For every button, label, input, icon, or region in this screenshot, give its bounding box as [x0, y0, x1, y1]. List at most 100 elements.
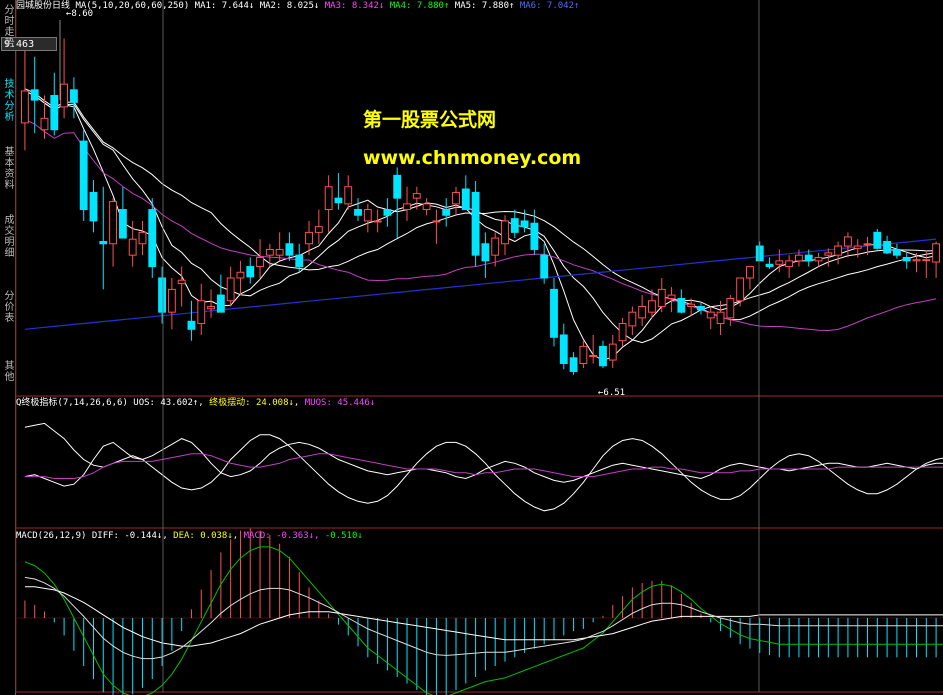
candle-body [158, 277, 166, 313]
candle-body [236, 271, 245, 279]
candle-body [755, 245, 764, 262]
candle-body [736, 277, 745, 302]
candle-body [197, 300, 206, 325]
candle-body [20, 90, 29, 124]
candle-body [589, 355, 598, 358]
candle-body [226, 277, 235, 302]
candlesticks [20, 38, 941, 375]
candle-body [648, 300, 656, 313]
high-price-label: ←8.60 [66, 9, 94, 19]
dea-value: DEA: 0.038↓, [173, 531, 239, 541]
uos-value: UOS: 43.602↑, [133, 398, 204, 408]
candle-body [638, 305, 647, 319]
watermark-url: www.chnmoney.com [363, 147, 582, 169]
zjbd-value: 终极摆动: 24.008↓, [209, 398, 300, 408]
candle-body [550, 288, 558, 338]
candle-body [285, 243, 294, 256]
candle-body [373, 220, 382, 223]
candle-body [765, 263, 774, 268]
macd-extra-value: -0.510↓ [324, 531, 363, 541]
candle-body [30, 89, 39, 101]
candle-body [363, 209, 372, 222]
candle-body [452, 191, 460, 205]
main-legend: 园城股份日线 MA(5,10,20,60,60,250) MA1: 7.644↓… [16, 1, 579, 11]
candle-body [599, 345, 607, 367]
candle-body [148, 209, 157, 268]
candle-body [912, 259, 921, 262]
candle-body [79, 140, 88, 211]
candle-body [716, 311, 725, 325]
side-tab-5[interactable]: 其他 [1, 360, 13, 382]
candle-body [128, 238, 137, 256]
muos-value: MUOS: 45.446↓ [304, 398, 376, 408]
ma6-value: MA6: 7.042↑ [519, 1, 580, 11]
candle-body [295, 254, 304, 268]
candle-body [118, 209, 127, 239]
candle-body [824, 252, 833, 256]
side-tab-0[interactable]: 分时走势 [1, 4, 13, 48]
macd-legend: MACD(26,12,9) DIFF: -0.144↓, DEA: 0.038↓… [16, 531, 363, 541]
candle-body [314, 226, 323, 233]
candle-body [89, 191, 98, 222]
macd-value: MACD: -0.363↓, [243, 531, 320, 541]
candle-body [177, 279, 186, 285]
candle-body [442, 209, 451, 216]
candle-body [540, 254, 549, 279]
candle-body [657, 288, 666, 307]
side-tab-4[interactable]: 分价表 [1, 290, 13, 323]
candle-body [873, 231, 882, 249]
candle-body [892, 248, 901, 256]
candle-body [530, 222, 539, 250]
candle-body [305, 231, 313, 245]
candle-body [677, 297, 686, 313]
candle-body [559, 334, 568, 364]
candle-body [804, 254, 813, 262]
candle-body [814, 256, 823, 262]
candle-body [510, 218, 519, 233]
crosshair [59, 0, 760, 692]
candle-body [608, 343, 617, 361]
candle-body [246, 266, 255, 278]
candle-body [324, 186, 333, 211]
candle-body [843, 236, 852, 247]
candle-body [520, 220, 529, 228]
macd-name: MACD(26,12,9) [16, 531, 87, 541]
candle-body [334, 197, 343, 204]
candle-body [922, 259, 931, 262]
candle-body [687, 303, 696, 307]
ma3-value: MA3: 8.342↓ [324, 1, 385, 11]
side-tab-3[interactable]: 成交明细 [1, 214, 13, 258]
candle-body [383, 209, 392, 216]
candle-body [99, 240, 108, 245]
candle-body [501, 220, 509, 245]
ma2-value: MA2: 8.025↓ [259, 1, 320, 11]
candle-body [60, 83, 69, 108]
candle-body [902, 256, 911, 262]
candle-body [275, 248, 284, 256]
candle-body [50, 95, 59, 131]
ma5-value: MA5: 7.880↑ [454, 1, 515, 11]
candle-body [932, 243, 941, 263]
candle-body [628, 311, 637, 327]
candle-body [618, 323, 627, 342]
candle-body [706, 311, 715, 319]
candle-body [167, 288, 176, 313]
candle-body [726, 297, 735, 319]
candle-body [138, 231, 147, 245]
candle-body [207, 305, 215, 310]
low-price-label: ←6.51 [598, 388, 626, 398]
candle-body [187, 320, 196, 330]
candle-body [471, 191, 480, 256]
candle-body [883, 240, 892, 254]
candle-body [863, 243, 872, 246]
candle-body [403, 203, 411, 211]
candle-body [40, 117, 49, 131]
candle-body [569, 357, 578, 372]
candle-body [746, 266, 754, 279]
side-tab-1[interactable]: 技术分析 [1, 78, 13, 122]
side-tab-2[interactable]: 基本资料 [1, 146, 13, 190]
candle-body [422, 203, 431, 211]
candle-body [265, 248, 274, 256]
candle-body [795, 254, 803, 262]
candle-body [393, 174, 402, 199]
